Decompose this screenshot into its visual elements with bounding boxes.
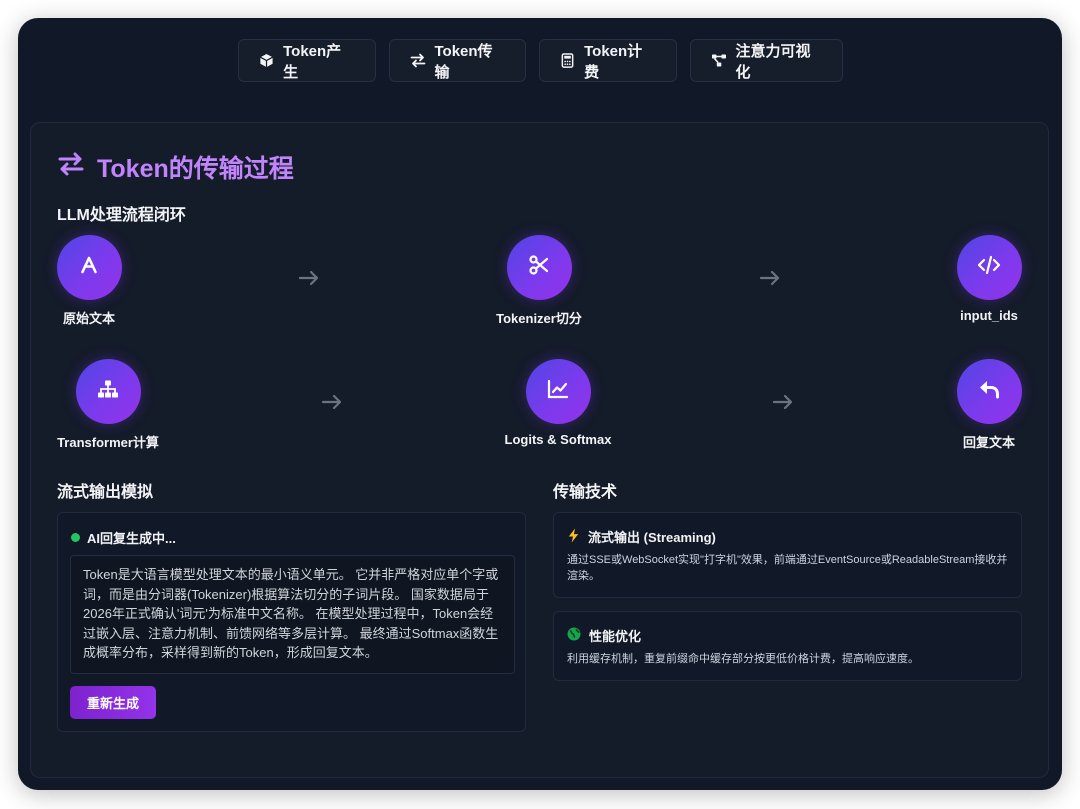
tech-card-description: 通过SSE或WebSocket实现"打字机"效果，前端通过EventSource… xyxy=(567,554,1008,582)
flow-node-label: Tokenizer切分 xyxy=(496,311,582,326)
scissors-icon xyxy=(528,254,550,281)
tech-card-description: 利用缓存机制，重复前缀命中缓存部分按更低价格计费，提高响应速度。 xyxy=(567,653,919,665)
app-window: Token产生 Token传输 Token计费 注意力可视化 Token的传输过… xyxy=(18,18,1062,790)
flow-node-circle xyxy=(525,359,591,424)
stream-section-title: 流式输出模拟 xyxy=(57,484,154,501)
tech-card-title: 性能优化 xyxy=(589,629,642,644)
cube-icon xyxy=(259,53,275,69)
font-icon xyxy=(79,255,99,280)
globe-icon xyxy=(567,627,581,644)
tab-label: 注意力可视化 xyxy=(735,42,811,81)
tab-label: Token传输 xyxy=(434,42,493,81)
tab-token-billing[interactable]: Token计费 xyxy=(538,39,677,82)
arrow-right-icon xyxy=(321,394,342,410)
flow-node-tokenizer: Tokenizer切分 xyxy=(469,235,609,327)
chart-line-icon xyxy=(547,379,569,404)
flow-node-circle xyxy=(506,235,572,300)
flow-node-reply-text: 回复文本 xyxy=(919,359,1059,451)
transfer-panel: Token的传输过程 LLM处理流程闭环 原始文本 Tokenizer切分 in… xyxy=(30,122,1049,778)
flow-node-transformer: Transformer计算 xyxy=(38,359,178,451)
swap-arrows-icon xyxy=(410,53,426,69)
flow-node-input-ids: input_ids xyxy=(919,235,1059,323)
flow-node-logits-softmax: Logits & Softmax xyxy=(488,359,628,447)
flow-title: LLM处理流程闭环 xyxy=(57,207,186,224)
status-text: AI回复生成中... xyxy=(87,531,176,546)
tech-section-title: 传输技术 xyxy=(553,484,618,501)
tab-bar: Token产生 Token传输 Token计费 注意力可视化 xyxy=(18,39,1062,82)
arrow-right-icon xyxy=(759,270,780,286)
stream-output-box: AI回复生成中... Token是大语言模型处理文本的最小语义单元。 它并非严格… xyxy=(57,512,526,732)
tab-token-generation[interactable]: Token产生 xyxy=(237,39,376,82)
flow-node-label: input_ids xyxy=(960,308,1018,323)
flow-node-label: Logits & Softmax xyxy=(504,432,612,447)
generation-status: AI回复生成中... xyxy=(71,528,176,547)
code-icon xyxy=(977,255,1001,280)
tech-card-streaming: 流式输出 (Streaming) 通过SSE或WebSocket实现"打字机"效… xyxy=(553,512,1022,598)
flow-node-circle xyxy=(956,235,1022,300)
tech-card-title: 流式输出 (Streaming) xyxy=(588,530,716,545)
tab-attention-visualization[interactable]: 注意力可视化 xyxy=(689,39,843,82)
flow-node-label: 回复文本 xyxy=(962,435,1015,450)
status-dot xyxy=(71,533,80,542)
flow-node-circle xyxy=(75,359,141,424)
swap-arrows-icon xyxy=(57,152,85,183)
flow-node-label: 原始文本 xyxy=(62,311,115,326)
flow-node-label: Transformer计算 xyxy=(57,435,159,450)
network-icon xyxy=(97,379,119,404)
tab-label: Token计费 xyxy=(584,42,643,81)
arrow-right-icon xyxy=(298,270,319,286)
tech-card-header: 性能优化 xyxy=(567,626,641,645)
nodes-icon xyxy=(711,53,727,69)
flow-node-raw-text: 原始文本 xyxy=(19,235,159,327)
reply-icon xyxy=(978,379,1000,404)
arrow-right-icon xyxy=(772,394,793,410)
tab-label: Token产生 xyxy=(283,42,342,81)
regenerate-button[interactable]: 重新生成 xyxy=(70,686,156,719)
tab-token-transfer[interactable]: Token传输 xyxy=(388,39,526,82)
calculator-icon xyxy=(560,53,576,69)
lightning-icon xyxy=(567,527,580,546)
page-title-text: Token的传输过程 xyxy=(97,155,294,183)
flow-node-circle xyxy=(56,235,122,300)
stream-text-output: Token是大语言模型处理文本的最小语义单元。 它并非严格对应单个字或词，而是由… xyxy=(70,555,515,674)
tech-card-performance: 性能优化 利用缓存机制，重复前缀命中缓存部分按更低价格计费，提高响应速度。 xyxy=(553,611,1022,681)
tech-card-header: 流式输出 (Streaming) xyxy=(567,527,716,546)
page-title: Token的传输过程 xyxy=(57,149,294,185)
flow-node-circle xyxy=(956,359,1022,424)
